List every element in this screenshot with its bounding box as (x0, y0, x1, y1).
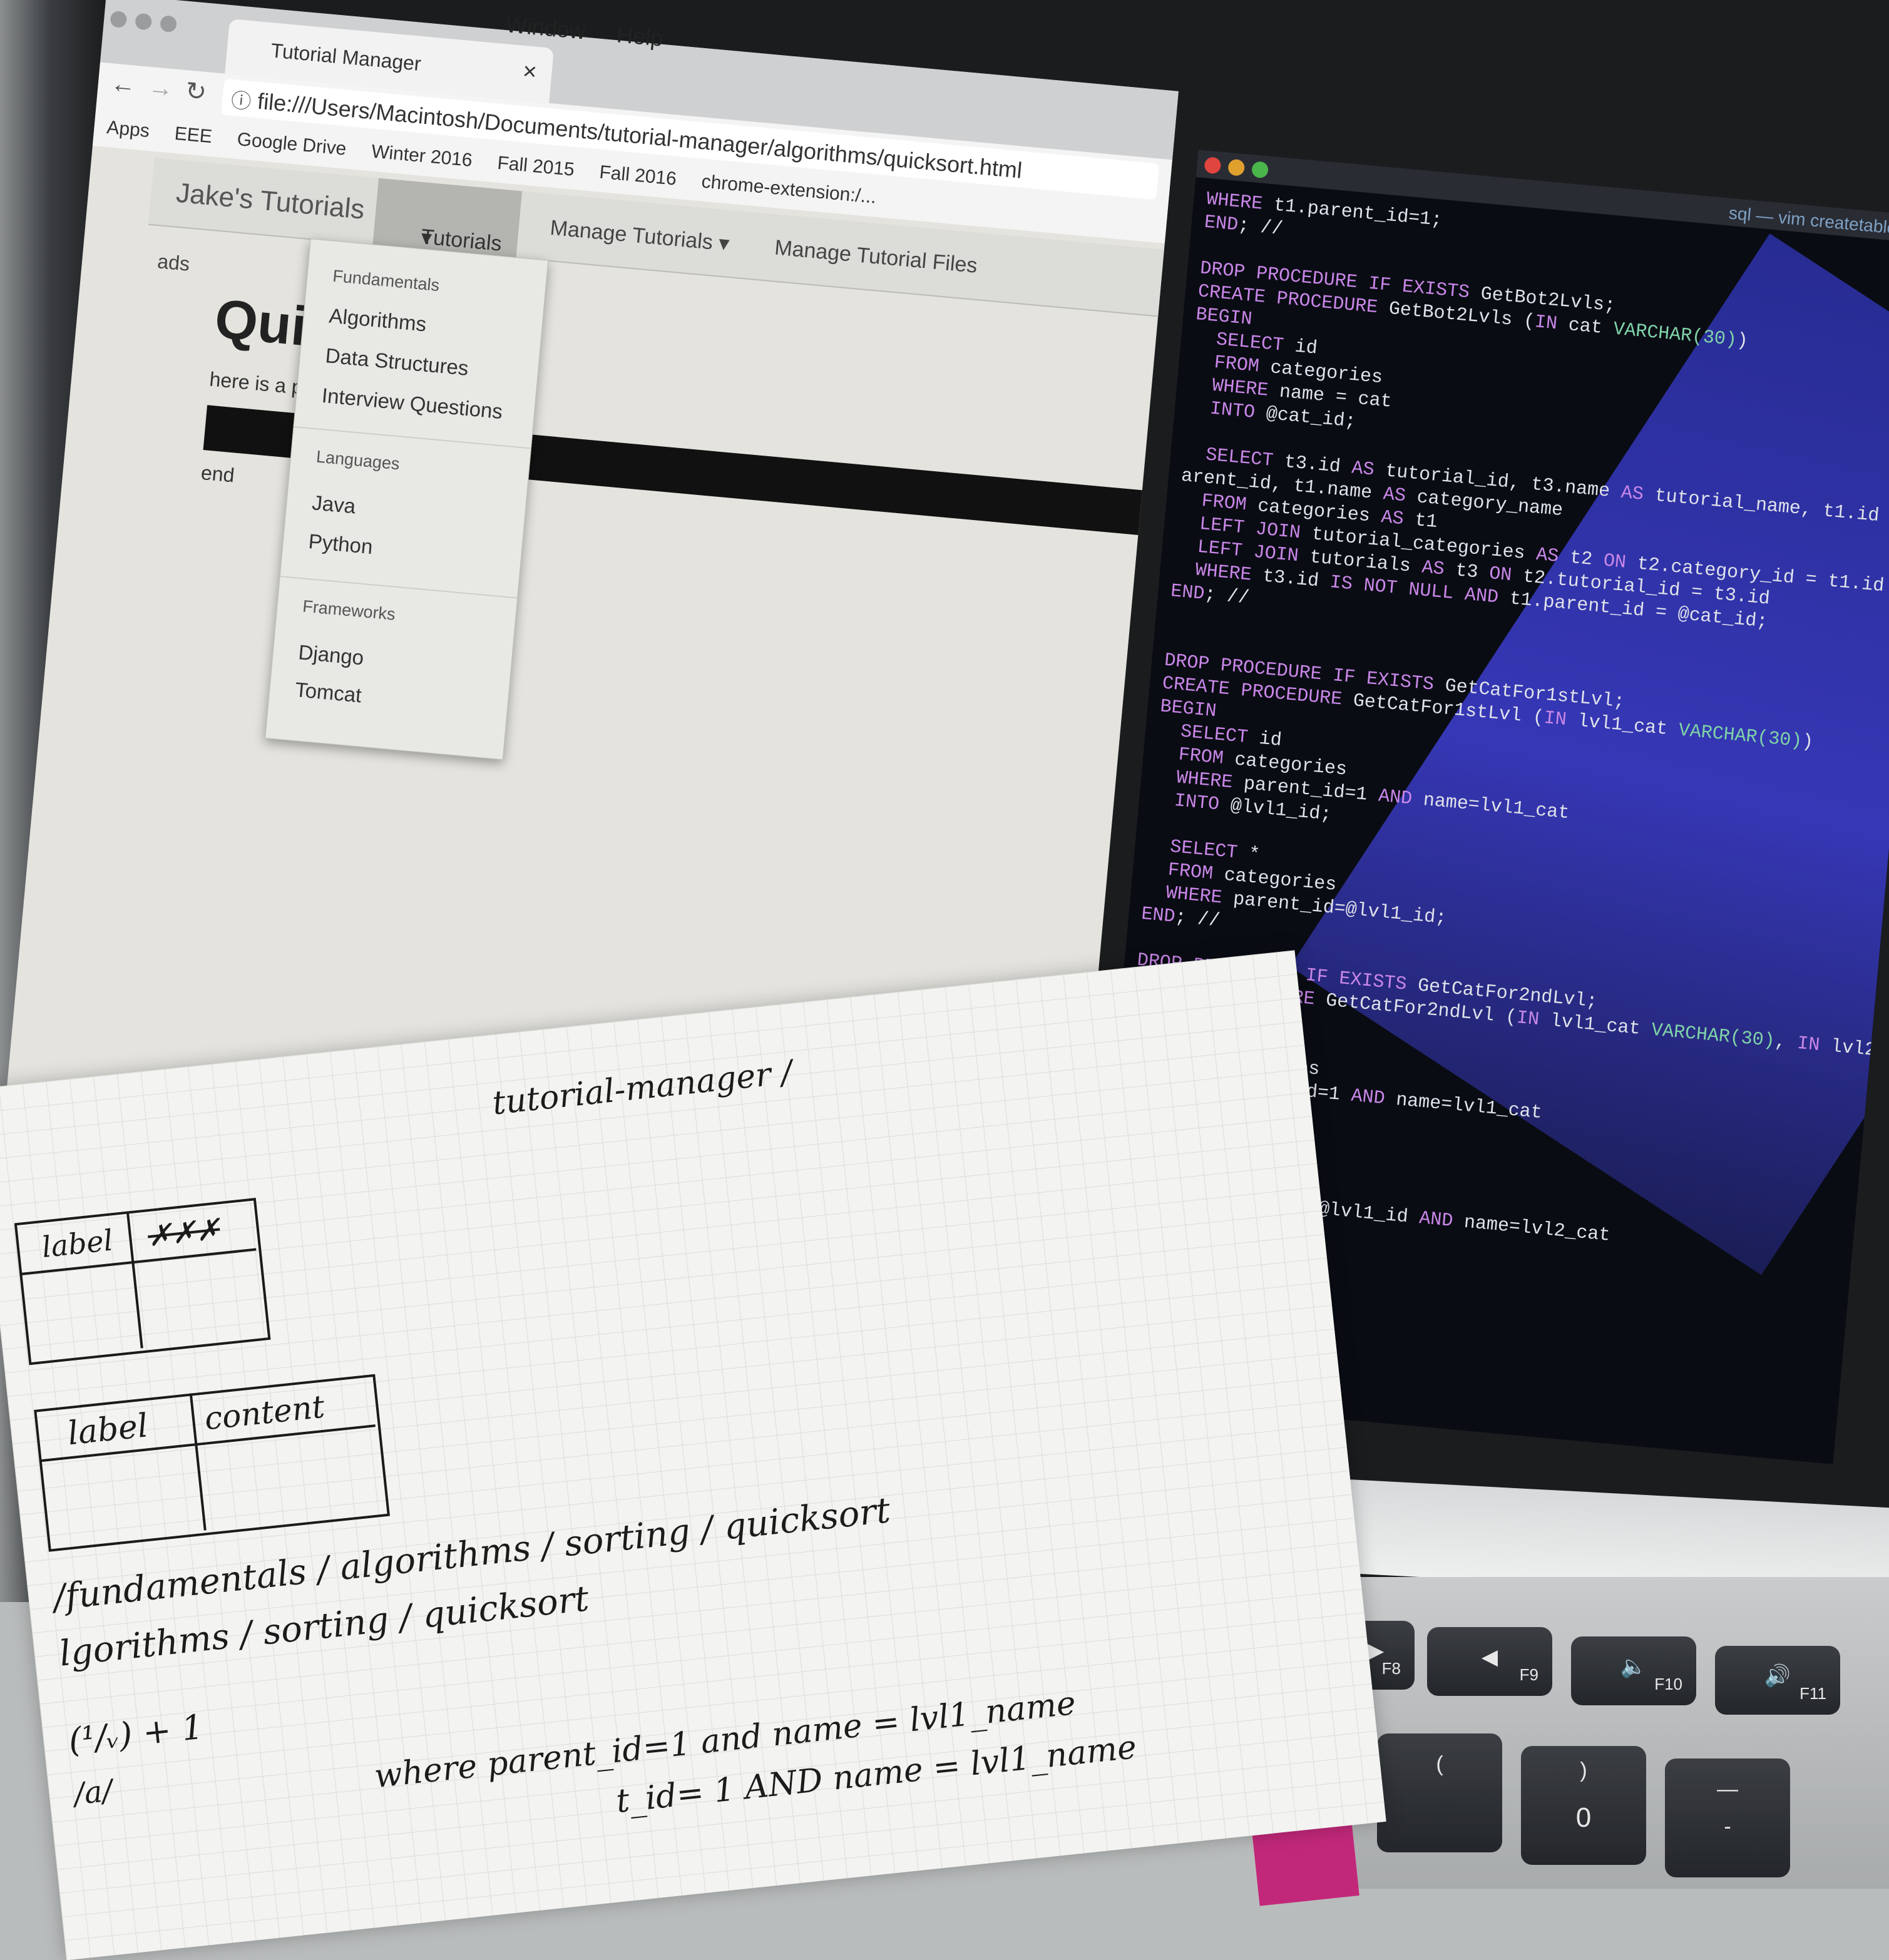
page-title: Qui (212, 287, 310, 357)
terminal-zoom-dot[interactable] (1251, 161, 1269, 179)
notebook-page: tutorial-manager / label ✗✗✗ label conte… (0, 950, 1386, 1960)
page-end-text: end (200, 461, 236, 487)
menu-item-java[interactable]: Java (311, 491, 357, 518)
nav-manage-label: Manage Tutorials (549, 215, 714, 255)
key-f10[interactable]: 🔈 F10 (1571, 1636, 1696, 1705)
nav-manage-files[interactable]: Manage Tutorial Files (774, 236, 978, 278)
menu-item-tomcat[interactable]: Tomcat (294, 678, 362, 707)
key-9[interactable]: ( (1377, 1733, 1502, 1852)
key-f9[interactable]: ◀ F9 (1427, 1627, 1552, 1696)
page-paragraph: here is a p (208, 367, 304, 399)
note-line3: /a/ (72, 1773, 115, 1812)
menu-item-django[interactable]: Django (297, 640, 365, 670)
mute-icon: ◀ (1481, 1645, 1498, 1669)
brand-link[interactable]: Jake's Tutorials (175, 178, 366, 226)
dropdown-header-fundamentals: Fundamentals (332, 266, 441, 295)
window-zoom-dot[interactable] (159, 15, 178, 33)
menu-item-interview-questions[interactable]: Interview Questions (321, 384, 504, 424)
volume-down-icon: 🔈 (1620, 1655, 1647, 1678)
key-label: ( (1436, 1752, 1443, 1776)
key-label: ) (1580, 1758, 1587, 1782)
key-label: — (1717, 1777, 1738, 1801)
dropdown-divider (294, 426, 531, 449)
key-label: 0 (1575, 1802, 1592, 1833)
bookmark-fall-2016[interactable]: Fall 2016 (598, 162, 677, 190)
note-title: tutorial-manager / (490, 1053, 794, 1123)
info-icon[interactable]: ⓘ (230, 84, 253, 115)
dropdown-header-languages: Languages (315, 447, 401, 474)
menu-help[interactable]: Help (616, 21, 664, 51)
page-ads: ads (156, 250, 191, 275)
key-minus[interactable]: — - (1665, 1758, 1790, 1877)
tutorials-dropdown-menu: Fundamentals Algorithms Data Structures … (265, 238, 549, 760)
bookmark-fall-2015[interactable]: Fall 2015 (496, 153, 575, 180)
dropdown-divider (280, 576, 518, 599)
window-close-dot[interactable] (110, 10, 128, 29)
key-label: - (1724, 1815, 1731, 1839)
key-label: F11 (1799, 1684, 1826, 1703)
key-f11[interactable]: 🔊 F11 (1715, 1646, 1840, 1715)
bookmark-apps[interactable]: Apps (106, 117, 150, 141)
bookmark-winter-2016[interactable]: Winter 2016 (371, 141, 473, 171)
bookmark-eee[interactable]: EEE (173, 123, 213, 147)
key-0[interactable]: ) 0 (1521, 1746, 1646, 1865)
terminal-minimize-dot[interactable] (1227, 158, 1246, 176)
nav-tutorials-dropdown[interactable]: Tutorials ▾ (372, 178, 523, 258)
note-formula: (¹/ᵥ) + 1 (66, 1707, 205, 1760)
tab-title: Tutorial Manager (270, 39, 422, 75)
bookmark-google-drive[interactable]: Google Drive (236, 129, 347, 160)
key-label: F8 (1381, 1659, 1401, 1678)
menu-item-python[interactable]: Python (307, 529, 374, 559)
key-label: F10 (1654, 1675, 1682, 1693)
terminal-close-dot[interactable] (1204, 156, 1222, 175)
forward-arrow-icon[interactable]: → (147, 73, 175, 103)
terminal-title: sql — vim createtables.sql (1728, 203, 1889, 241)
menu-item-data-structures[interactable]: Data Structures (324, 344, 469, 380)
dropdown-header-frameworks: Frameworks (302, 596, 396, 624)
caret-down-icon: ▾ (420, 225, 433, 250)
window-minimize-dot[interactable] (135, 13, 153, 31)
reload-icon[interactable]: ↻ (184, 76, 208, 107)
sketch-table-1 (14, 1198, 271, 1365)
menu-item-algorithms[interactable]: Algorithms (328, 304, 427, 336)
key-label: F9 (1519, 1665, 1538, 1684)
nav-manage-tutorials[interactable]: Manage Tutorials ▾ (549, 215, 730, 257)
tab-close-icon[interactable]: × (521, 58, 538, 86)
volume-up-icon: 🔊 (1764, 1664, 1791, 1688)
caret-down-icon: ▾ (717, 231, 730, 256)
back-arrow-icon[interactable]: ← (110, 69, 137, 100)
